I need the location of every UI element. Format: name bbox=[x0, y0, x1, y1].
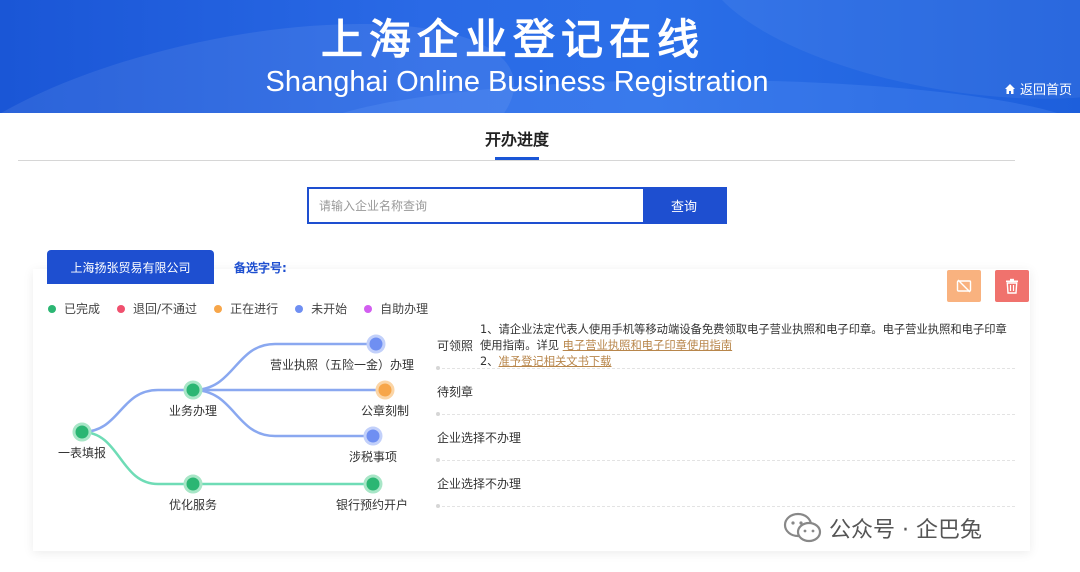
legend-item: 自助办理 bbox=[364, 300, 428, 317]
node-tax bbox=[363, 426, 383, 446]
divider bbox=[18, 160, 1015, 161]
legend-item: 未开始 bbox=[295, 300, 347, 317]
note-text: 2、 bbox=[480, 355, 499, 368]
row-status: 可领照 bbox=[437, 339, 474, 353]
guide-link[interactable]: 电子营业执照和电子印章使用指南 bbox=[563, 339, 732, 352]
tree-link bbox=[192, 388, 373, 438]
row-status: 企业选择不办理 bbox=[437, 431, 522, 445]
company-tab[interactable]: 上海扬张贸易有限公司 bbox=[47, 250, 214, 284]
documents-download-link[interactable]: 准予登记相关文书下载 bbox=[499, 355, 612, 368]
delete-button[interactable] bbox=[995, 270, 1029, 302]
node-license bbox=[366, 334, 386, 354]
search-input[interactable] bbox=[309, 189, 643, 222]
legend-dot bbox=[364, 304, 373, 313]
row-divider bbox=[437, 414, 1015, 415]
progress-tree: 一表填报 业务办理 优化服务 营业执照（五险一金）办理 公章刻制 涉税事项 银行… bbox=[40, 330, 440, 530]
row-dot bbox=[436, 504, 440, 508]
legend-label: 退回/不通过 bbox=[133, 302, 198, 316]
legend-label: 已完成 bbox=[64, 302, 101, 316]
row-divider bbox=[437, 460, 1015, 461]
legend-dot bbox=[48, 304, 56, 313]
node-bank bbox=[363, 474, 383, 494]
node-label-license: 营业执照（五险一金）办理 bbox=[270, 358, 415, 372]
node-business bbox=[183, 380, 203, 400]
node-label-seal: 公章刻制 bbox=[361, 404, 410, 418]
site-title: 上海企业登记在线 bbox=[320, 15, 705, 64]
legend-dot bbox=[295, 304, 304, 313]
node-optimize bbox=[183, 474, 203, 494]
row-divider bbox=[437, 506, 1015, 507]
legend-item: 已完成 bbox=[48, 300, 100, 317]
note-text: 1、请企业法定代表人使用手机等移动端设备免费领取电子营业执照和电子印章。电子营业… bbox=[480, 323, 1007, 352]
legend-label: 自助办理 bbox=[380, 302, 429, 316]
legend-label: 正在进行 bbox=[230, 302, 279, 316]
legend-item: 退回/不通过 bbox=[117, 300, 197, 317]
node-label-root: 一表填报 bbox=[58, 446, 107, 460]
watermark-text: 公众号 · 企巴兔 bbox=[829, 518, 982, 543]
legend-dot bbox=[214, 304, 223, 313]
home-link-label: 返回首页 bbox=[1019, 83, 1072, 98]
search-bar: 查询 bbox=[307, 187, 727, 224]
node-seal bbox=[375, 380, 395, 400]
alt-name-label: 备选字号: bbox=[234, 261, 287, 275]
legend-dot bbox=[117, 304, 126, 313]
node-label-bank: 银行预约开户 bbox=[336, 498, 409, 512]
wechat-icon bbox=[783, 512, 822, 543]
trash-icon bbox=[1006, 278, 1018, 294]
node-root bbox=[72, 422, 92, 442]
row-notes: 1、请企业法定代表人使用手机等移动端设备免费领取电子营业执照和电子印章。电子营业… bbox=[480, 322, 1015, 370]
tab-progress[interactable]: 开办进度 bbox=[440, 126, 594, 150]
eye-off-icon bbox=[956, 279, 972, 293]
node-label-business: 业务办理 bbox=[169, 404, 218, 418]
search-button[interactable]: 查询 bbox=[643, 189, 725, 222]
row-divider bbox=[437, 368, 1015, 369]
site-subtitle: Shanghai Online Business Registration bbox=[265, 66, 769, 98]
row-dot bbox=[436, 366, 440, 370]
status-legend: 已完成 退回/不通过 正在进行 未开始 自助办理 bbox=[48, 300, 428, 317]
node-label-optimize: 优化服务 bbox=[169, 498, 218, 512]
note-line-1: 1、请企业法定代表人使用手机等移动端设备免费领取电子营业执照和电子印章。电子营业… bbox=[480, 322, 1015, 354]
row-dot bbox=[436, 412, 440, 416]
legend-label: 未开始 bbox=[311, 302, 348, 316]
row-status: 企业选择不办理 bbox=[437, 477, 522, 491]
home-link[interactable]: 返回首页 bbox=[1004, 79, 1072, 98]
legend-item: 正在进行 bbox=[214, 300, 278, 317]
home-icon bbox=[1004, 83, 1015, 94]
header-banner: 上海企业登记在线 Shanghai Online Business Regist… bbox=[0, 0, 1080, 113]
row-dot bbox=[436, 458, 440, 462]
watermark: 公众号 · 企巴兔 bbox=[783, 511, 982, 545]
node-label-tax: 涉税事项 bbox=[349, 450, 398, 464]
row-status: 待刻章 bbox=[437, 385, 474, 399]
hide-button[interactable] bbox=[947, 270, 981, 302]
